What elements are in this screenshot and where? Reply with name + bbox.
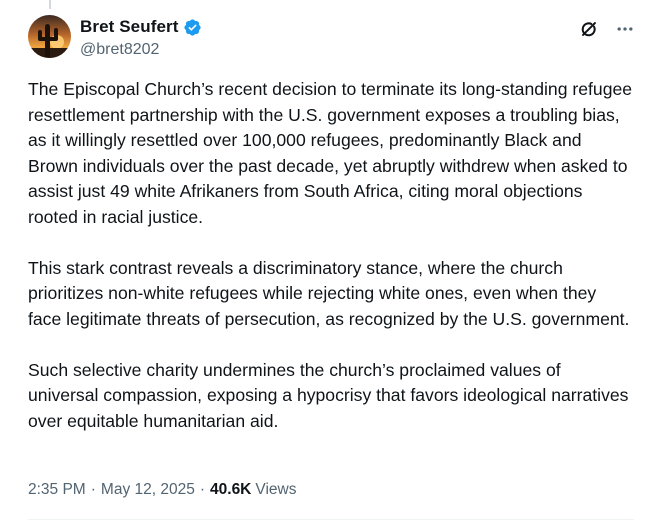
post-date[interactable]: May 12, 2025 [101, 481, 195, 499]
divider [28, 519, 634, 520]
author-handle[interactable]: @bret8202 [80, 41, 202, 59]
post: Bret Seufert @bret8202 The Episcopal Chu… [0, 0, 650, 526]
post-paragraph: This stark contrast reveals a discrimina… [28, 257, 630, 329]
more-options-icon[interactable] [614, 18, 636, 40]
author-display-name[interactable]: Bret Seufert [80, 17, 179, 37]
verified-badge-icon[interactable] [183, 18, 202, 37]
views-count[interactable]: 40.6K [210, 481, 251, 499]
author-block: Bret Seufert @bret8202 [80, 16, 202, 59]
views-label[interactable]: Views [255, 481, 296, 499]
author-name-row: Bret Seufert [80, 16, 202, 38]
meta-separator: · [199, 481, 206, 498]
post-meta: 2:35 PM · May 12, 2025 · 40.6K Views [28, 481, 296, 499]
post-paragraph: Such selective charity undermines the ch… [28, 359, 629, 431]
post-time[interactable]: 2:35 PM [28, 481, 86, 499]
meta-separator: · [90, 481, 96, 498]
post-paragraph: The Episcopal Church’s recent decision t… [28, 79, 633, 227]
post-actions-top [578, 18, 636, 40]
grok-icon[interactable] [578, 18, 600, 40]
post-body: The Episcopal Church’s recent decision t… [28, 77, 633, 460]
avatar[interactable] [28, 15, 71, 58]
